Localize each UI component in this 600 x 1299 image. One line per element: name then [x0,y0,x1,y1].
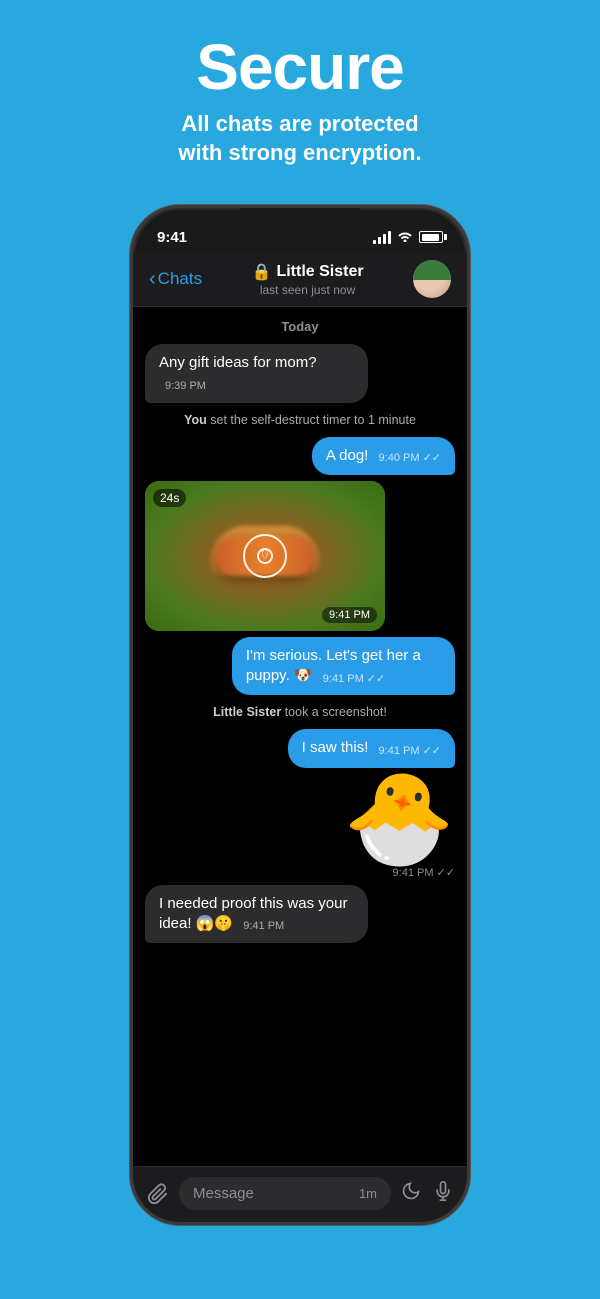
sticker-emoji: 🐣 [343,774,455,864]
message-time: 9:41 PM [243,920,284,932]
system-msg-sender: Little Sister [213,705,281,719]
battery-icon [419,231,443,243]
mic-icon[interactable] [433,1180,453,1208]
message-placeholder: Message [193,1185,254,1202]
moon-icon[interactable] [401,1181,421,1207]
message-bubble-sent-1: A dog! 9:40 PM ✓✓ [312,437,455,475]
message-time: 9:39 PM [165,380,206,392]
message-input[interactable]: Message 1m [179,1177,391,1210]
table-row: A dog! 9:40 PM ✓✓ [145,437,455,475]
phone-screen: 9:41 [133,208,467,1222]
message-bubble-sent-2: I'm serious. Let's get her a puppy. 🐶 9:… [232,637,455,696]
play-button[interactable] [243,534,287,578]
input-bar: Message 1m [133,1166,467,1222]
attach-button[interactable] [147,1183,169,1205]
message-bubble-received-2: I needed proof this was your idea! 😱🤫 9:… [145,885,368,944]
chat-area: Today Any gift ideas for mom? 9:39 PM Yo… [133,307,467,1166]
message-text: Any gift ideas for mom? [159,354,317,371]
timer-badge: 24s [153,489,186,507]
wifi-icon [397,229,413,245]
date-divider: Today [145,319,455,334]
table-row: 24s 9:41 PM [145,481,455,631]
message-bubble-sent-3: I saw this! 9:41 PM ✓✓ [288,729,455,767]
paperclip-icon [147,1183,169,1205]
phone-frame: 9:41 [130,205,470,1225]
avatar[interactable] [413,260,451,298]
image-time: 9:41 PM [322,607,377,623]
hero-subtitle: All chats are protectedwith strong encry… [20,110,580,167]
phone-mockup: 9:41 [130,205,470,1225]
hero-title: Secure [20,30,580,104]
moon-icon-svg [401,1181,421,1201]
header-center: 🔒 Little Sister last seen just now [202,262,413,297]
sticker-time: 9:41 PM ✓✓ [393,866,455,879]
hero-section: Secure All chats are protectedwith stron… [0,0,600,187]
message-time: 9:41 PM ✓✓ [379,745,441,757]
message-bubble-received-1: Any gift ideas for mom? 9:39 PM [145,344,368,403]
status-time: 9:41 [157,229,187,246]
timer-label: 1m [359,1186,377,1201]
message-time: 9:41 PM ✓✓ [323,673,385,685]
avatar-hair [413,260,451,280]
back-chevron-icon: ‹ [149,269,156,289]
contact-status: last seen just now [260,283,355,297]
system-message-2: Little Sister took a screenshot! [145,705,455,719]
checkmarks-icon: ✓✓ [423,745,441,757]
right-icons [401,1180,453,1208]
table-row: I'm serious. Let's get her a puppy. 🐶 9:… [145,637,455,696]
phone-notch [240,208,360,236]
sticker-message: 🐣 9:41 PM ✓✓ [343,774,455,879]
contact-name: 🔒 Little Sister [252,262,364,282]
back-button[interactable]: ‹ Chats [149,269,202,289]
fire-icon [256,547,274,565]
table-row: 🐣 9:41 PM ✓✓ [145,774,455,879]
back-label: Chats [158,269,202,289]
microphone-icon [433,1180,453,1202]
status-icons [373,229,443,245]
system-message-1: You set the self-destruct timer to 1 min… [145,413,455,427]
table-row: Any gift ideas for mom? 9:39 PM [145,344,455,403]
signal-icon [373,231,391,244]
message-time: 9:40 PM ✓✓ [379,452,441,464]
avatar-image [413,260,451,298]
chat-header: ‹ Chats 🔒 Little Sister last seen just n… [133,252,467,307]
lock-icon: 🔒 [252,262,272,282]
checkmarks-icon: ✓✓ [423,452,441,464]
image-message[interactable]: 24s 9:41 PM [145,481,385,631]
message-text: A dog! [326,447,369,464]
checkmarks-icon: ✓✓ [367,673,385,685]
message-text: I saw this! [302,739,369,756]
table-row: I needed proof this was your idea! 😱🤫 9:… [145,885,455,944]
system-msg-bold: You [184,413,207,427]
table-row: I saw this! 9:41 PM ✓✓ [145,729,455,767]
